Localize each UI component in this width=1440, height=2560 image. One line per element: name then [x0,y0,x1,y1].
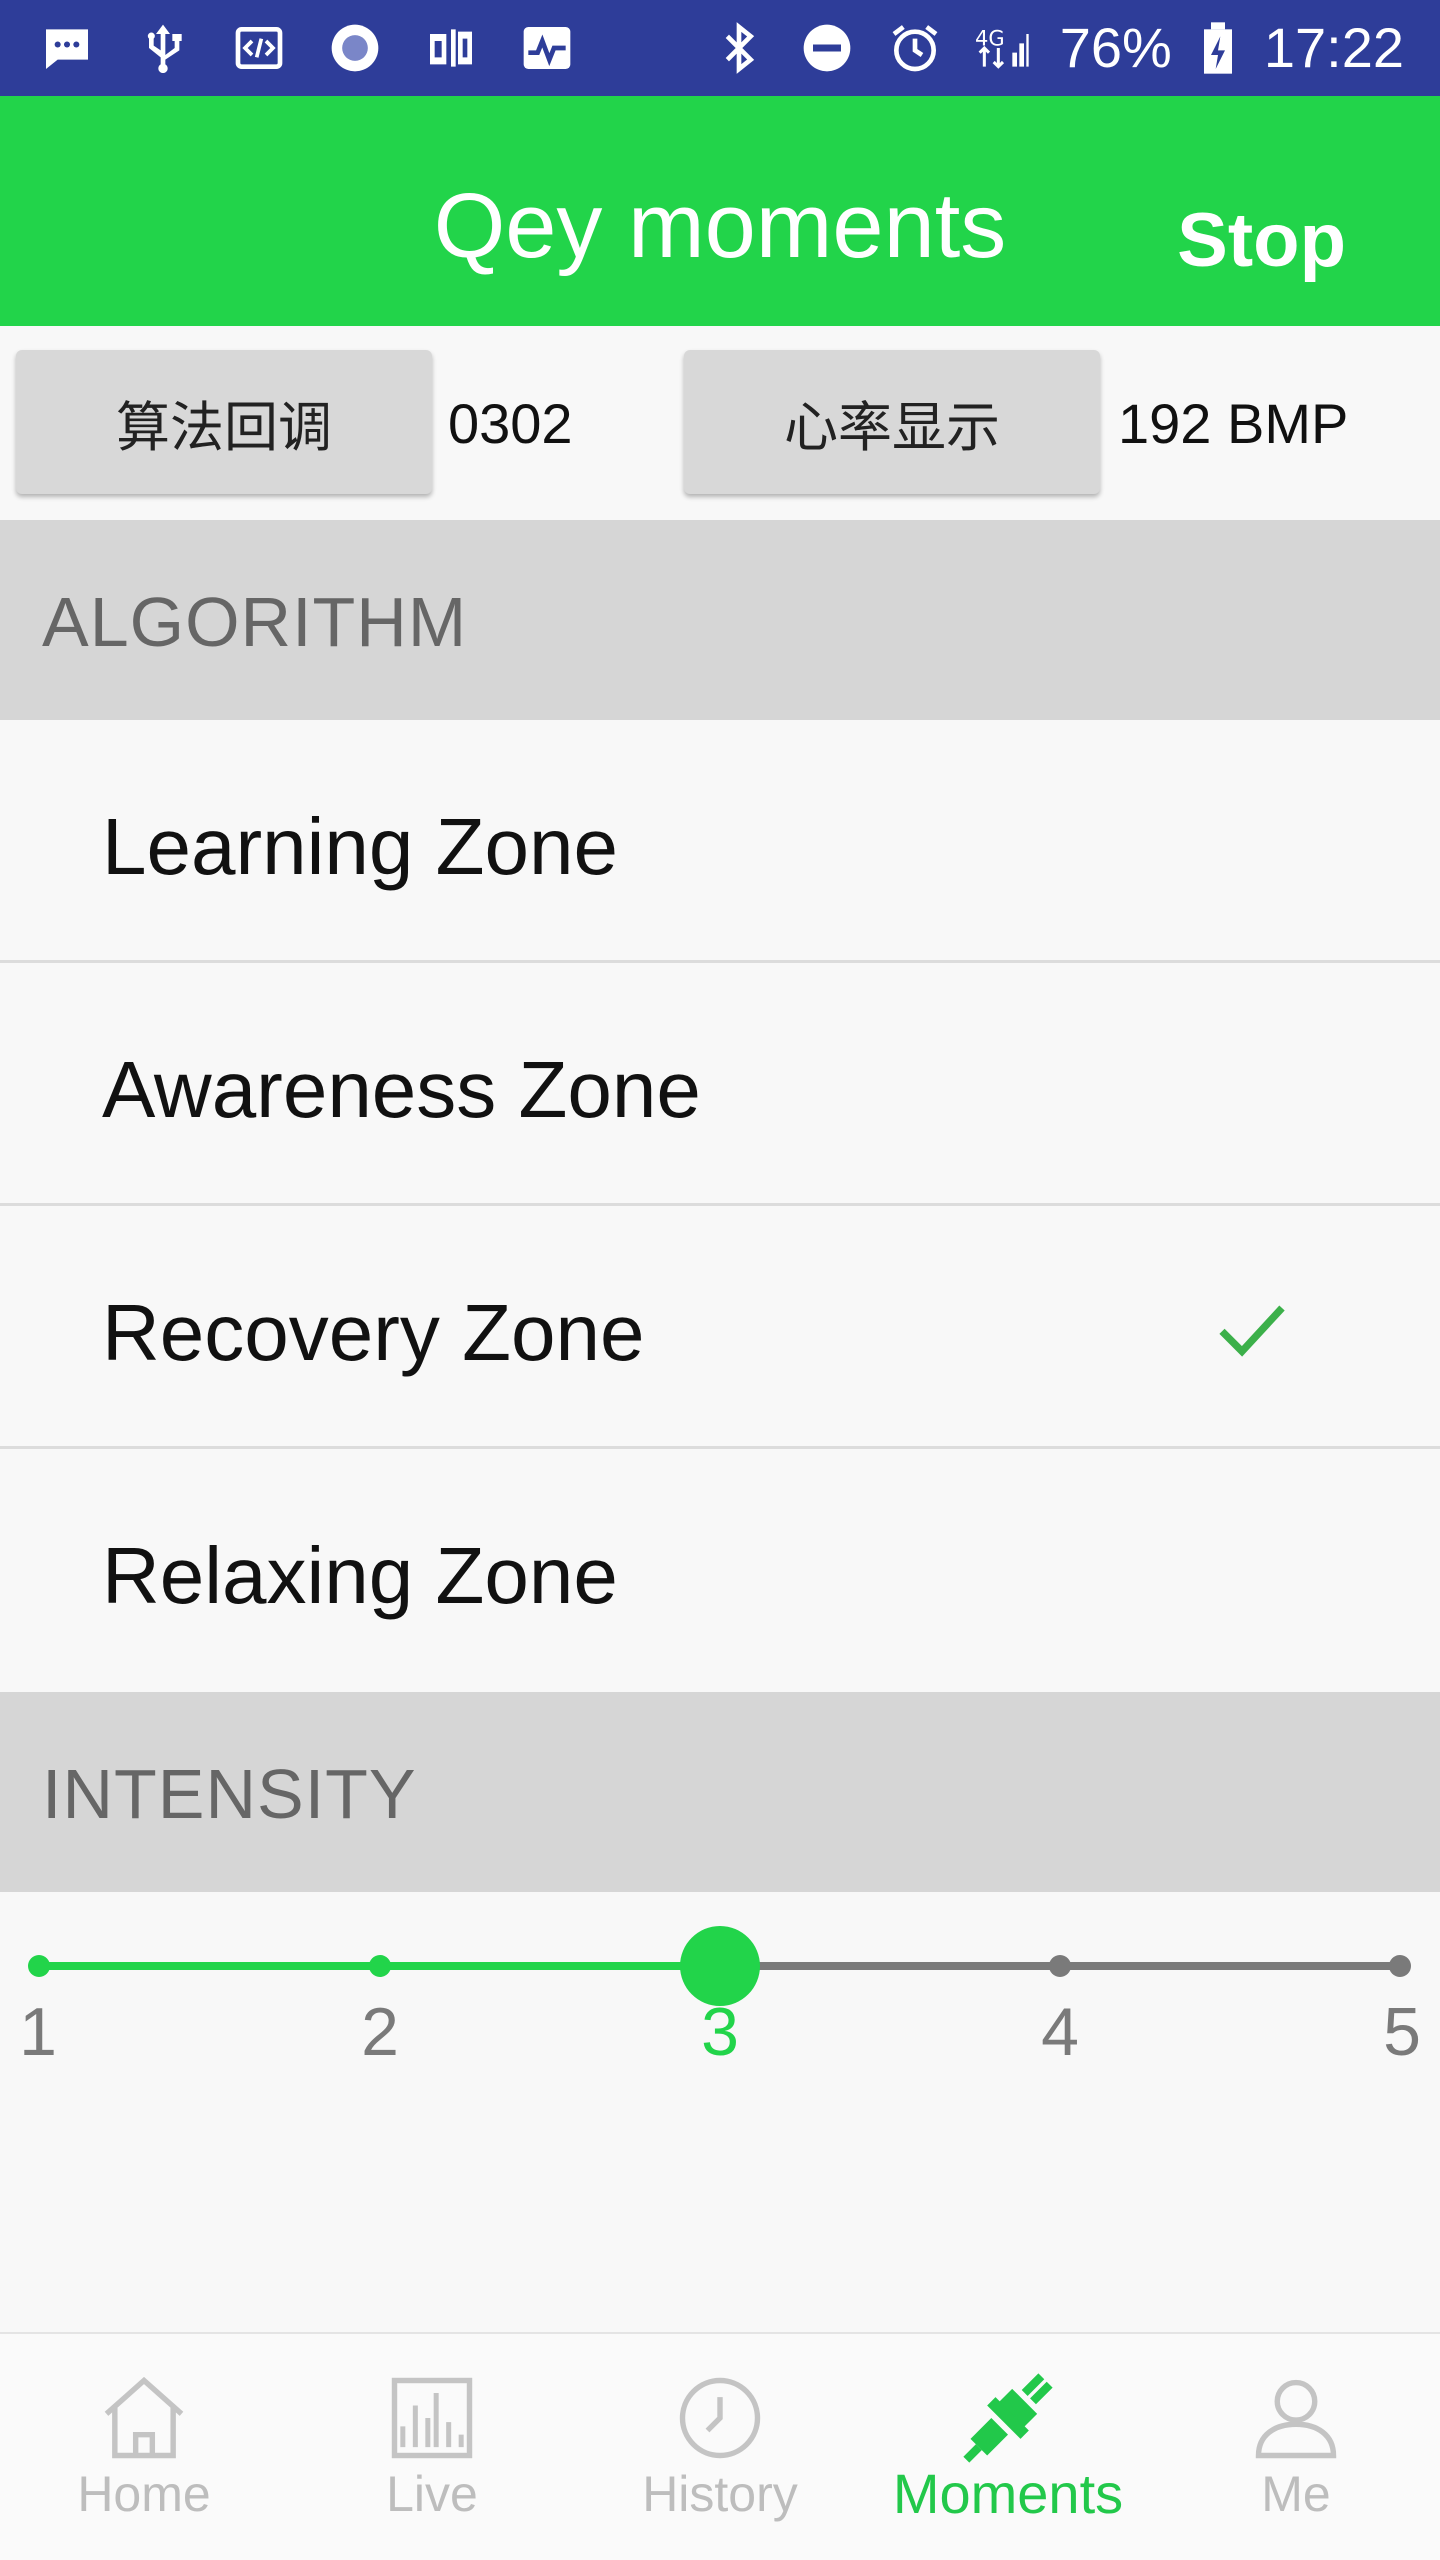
bluetooth-icon [708,21,770,75]
clock-time: 17:22 [1263,16,1404,79]
algorithm-callback-button[interactable]: 算法回调 [16,350,432,494]
bottom-navigation: Home Live History Moments Me [0,2332,1440,2560]
tick-label-1: 1 [19,1994,57,2070]
heart-rate-display-button[interactable]: 心率显示 [684,350,1100,494]
nav-label: Moments [892,2462,1124,2525]
algorithm-section-header: ALGORITHM [0,520,1440,720]
algorithm-header-label: ALGORITHM [42,583,468,661]
zone-label: Relaxing Zone [102,1531,618,1620]
person-icon [1255,2379,1337,2459]
nav-item-home[interactable]: Home [0,2334,288,2560]
zone-item-learning[interactable]: Learning Zone [0,720,1440,963]
do-not-disturb-icon [796,21,858,75]
nav-item-me[interactable]: Me [1152,2334,1440,2560]
plug-icon [963,2373,1053,2463]
code-icon [228,21,290,75]
live-chart-icon [391,2377,473,2459]
battery-percent: 76% [1059,16,1172,79]
zone-item-recovery[interactable]: Recovery Zone [0,1206,1440,1449]
zone-label: Recovery Zone [102,1288,645,1377]
pulse-icon [516,21,578,75]
alarm-icon [884,21,946,75]
tick-label-3: 3 [701,1994,739,2070]
zone-label: Awareness Zone [102,1045,701,1134]
nav-label: Home [77,2466,211,2522]
nav-label: Live [386,2466,478,2522]
slider-tick-5[interactable] [1389,1955,1411,1977]
algorithm-value: 0302 [448,392,573,455]
zone-list: Learning Zone Awareness Zone Recovery Zo… [0,720,1440,1692]
nav-item-history[interactable]: History [576,2334,864,2560]
zone-item-relaxing[interactable]: Relaxing Zone [0,1449,1440,1692]
usb-icon [132,21,194,75]
app-icon [420,21,482,75]
intensity-slider[interactable]: 1 2 3 4 5 [0,1892,1440,2092]
record-icon [324,21,386,75]
tick-label-4: 4 [1041,1994,1079,2070]
heart-rate-value: 192 BMP [1118,392,1349,455]
nav-item-moments[interactable]: Moments [864,2334,1152,2560]
app-bar: Qey moments Stop [0,96,1440,326]
zone-item-awareness[interactable]: Awareness Zone [0,963,1440,1206]
status-icons-left [36,18,578,78]
tick-label-5: 5 [1383,1994,1421,2070]
slider-tick-1[interactable] [28,1955,50,1977]
status-icons-right: 4G 76% 17:22 [708,14,1404,82]
check-icon [1219,1305,1285,1357]
nav-label: Me [1261,2466,1331,2522]
tick-label-2: 2 [361,1994,399,2070]
signal-icon: 4G [972,21,1034,75]
battery-charging-icon [1198,21,1238,75]
intensity-header-label: INTENSITY [42,1755,417,1833]
svg-text:4G: 4G [975,27,1005,51]
slider-tick-2[interactable] [369,1955,391,1977]
nav-item-live[interactable]: Live [288,2334,576,2560]
history-clock-icon [679,2377,761,2459]
zone-label: Learning Zone [102,802,618,891]
control-row: 算法回调 0302 心率显示 192 BMP [0,326,1440,520]
stop-button[interactable]: Stop [1177,196,1346,286]
message-icon [36,21,98,75]
slider-tick-4[interactable] [1049,1955,1071,1977]
status-bar: 4G 76% 17:22 [0,0,1440,96]
intensity-section-header: INTENSITY [0,1692,1440,1892]
home-icon [104,2376,184,2459]
nav-label: History [642,2466,798,2522]
